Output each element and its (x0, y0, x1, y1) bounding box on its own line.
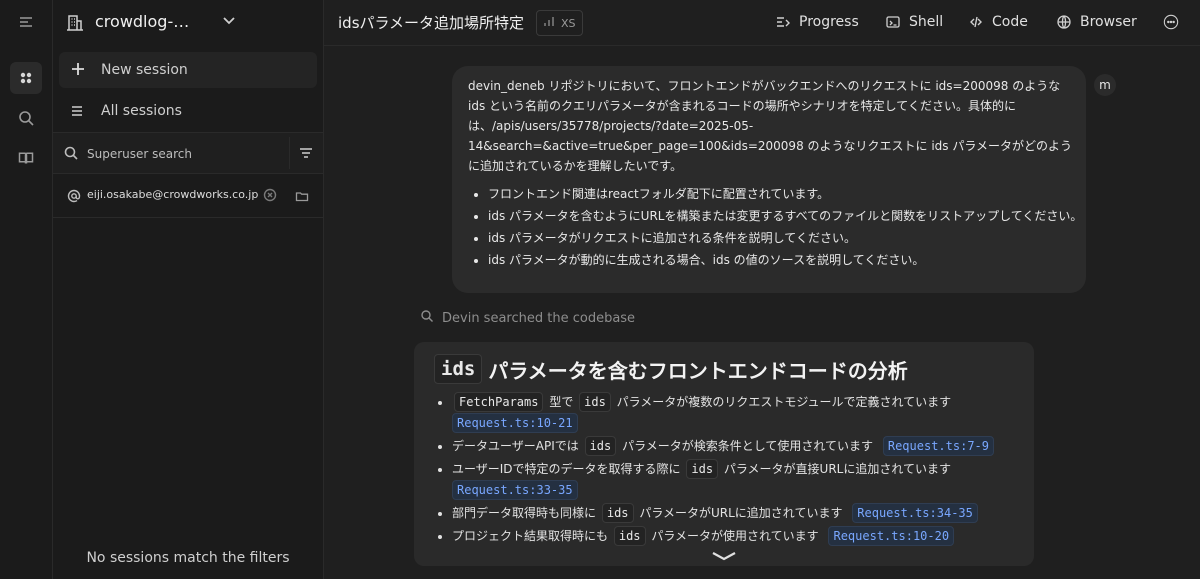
more-options-icon (1163, 14, 1179, 30)
conversation-area: devin_deneb リポジトリにおいて、フロントエンドがバックエンドへのリク… (324, 46, 1200, 579)
list-item: ids パラメータが動的に生成される場合、ids の値のソースを説明してください… (488, 250, 1092, 270)
terminal-icon (885, 14, 901, 30)
code-token: FetchParams (454, 392, 544, 412)
at-icon (67, 188, 81, 203)
search-status-label: Devin searched the codebase (442, 310, 636, 326)
browser-button[interactable]: Browser (1056, 12, 1137, 32)
list-item: プロジェクト結果取得時にも ids パラメータが使用されています Request… (452, 526, 1032, 547)
code-label: Code (992, 14, 1028, 30)
list-item: ids パラメータがリクエストに追加される条件を説明してください。 (488, 228, 1092, 248)
item-text: プロジェクト結果取得時にも (452, 529, 609, 543)
sessions-panel: crowdlog-… New session All sessions Supe… (53, 0, 324, 579)
list-icon (69, 103, 85, 119)
org-switcher[interactable]: crowdlog-… (53, 0, 323, 45)
more-options-button[interactable] (1163, 12, 1179, 32)
item-text: パラメータが複数のリクエストモジュールで定義されています (616, 395, 952, 409)
user-message-text: devin_deneb リポジトリにおいて、フロントエンドがバックエンドへのリク… (468, 79, 1072, 173)
globe-icon (1056, 14, 1072, 30)
list-item: フロントエンド関連はreactフォルダ配下に配置されています。 (488, 184, 1092, 204)
list-item: FetchParams 型で ids パラメータが複数のリクエストモジュールで定… (452, 392, 1032, 434)
code-icon (968, 14, 984, 30)
all-sessions-link[interactable]: All sessions (59, 94, 317, 128)
item-text: 部門データ取得時も同様に (452, 506, 597, 520)
active-filter-row: eiji.osakabe@crowdworks.co.jp (53, 173, 323, 218)
org-name: crowdlog-… (95, 12, 190, 31)
session-title: idsパラメータ追加場所特定 (338, 14, 525, 32)
empty-state: No sessions match the filters (86, 550, 290, 566)
all-sessions-label: All sessions (101, 103, 182, 119)
bar-chart-icon (543, 16, 555, 31)
answer-heading: ids パラメータを含むフロントエンドコードの分析 (432, 354, 908, 384)
new-session-button[interactable]: New session (59, 52, 317, 88)
list-item: ユーザーIDで特定のデータを取得する際に ids パラメータが直接URLに追加さ… (452, 459, 1032, 501)
folder-icon[interactable] (295, 188, 309, 202)
heading-text: パラメータを含むフロントエンドコードの分析 (488, 358, 908, 383)
progress-icon (775, 14, 791, 30)
filter-email: eiji.osakabe@crowdworks.co.jp (87, 188, 259, 201)
search-status[interactable]: Devin searched the codebase (420, 308, 635, 328)
avatar: m (1094, 74, 1116, 96)
expand-chevron-icon[interactable] (709, 548, 739, 562)
item-text: 型で (549, 395, 574, 409)
superuser-search (53, 132, 323, 174)
sessions-icon[interactable] (10, 62, 42, 94)
docs-book-icon[interactable] (10, 142, 42, 174)
superuser-search-input[interactable] (85, 141, 289, 167)
code-token: ids (601, 503, 634, 523)
code-button[interactable]: Code (968, 12, 1028, 32)
list-item: ids パラメータを含むようにURLを構築または変更するすべてのファイルと関数を… (488, 206, 1092, 226)
top-bar: idsパラメータ追加場所特定 XS Progress Shell Code Br… (324, 0, 1200, 46)
search-icon[interactable] (10, 102, 42, 134)
code-token: ids (613, 526, 646, 546)
browser-label: Browser (1080, 14, 1137, 30)
item-text: パラメータが検索条件として使用されています (622, 439, 874, 453)
list-item: データユーザーAPIでは ids パラメータが検索条件として使用されています R… (452, 436, 1032, 457)
code-reference-link[interactable]: Request.ts:34-35 (852, 503, 978, 523)
item-text: パラメータがURLに追加されています (639, 506, 843, 520)
new-session-label: New session (101, 62, 188, 78)
item-text: パラメータが使用されています (651, 529, 819, 543)
user-message-bullets: フロントエンド関連はreactフォルダ配下に配置されています。 ids パラメー… (468, 184, 1092, 272)
filter-icon[interactable] (289, 137, 322, 169)
item-text: ユーザーIDで特定のデータを取得する際に (452, 462, 681, 476)
answer-list: FetchParams 型で ids パラメータが複数のリクエストモジュールで定… (434, 392, 1032, 549)
left-rail (0, 0, 53, 579)
code-reference-link[interactable]: Request.ts:7-9 (882, 436, 995, 456)
code-token: ids (579, 392, 611, 412)
code-token: ids (584, 436, 617, 456)
shell-button[interactable]: Shell (885, 12, 943, 32)
size-badge: XS (536, 10, 583, 36)
collapse-sidebar-icon[interactable] (10, 6, 42, 38)
size-badge-label: XS (561, 16, 576, 30)
list-item: 部門データ取得時も同様に ids パラメータがURLに追加されています Requ… (452, 503, 1032, 524)
code-reference-link[interactable]: Request.ts:33-35 (452, 480, 578, 500)
item-text: パラメータが直接URLに追加されています (723, 462, 951, 476)
code-token: ids (686, 459, 719, 479)
building-icon (65, 12, 85, 32)
item-text: データユーザーAPIでは (452, 439, 579, 453)
search-icon (420, 309, 434, 327)
code-reference-link[interactable]: Request.ts:10-21 (452, 413, 578, 433)
plus-icon (69, 60, 87, 78)
remove-filter-icon[interactable] (263, 187, 277, 202)
progress-label: Progress (799, 14, 859, 30)
user-message: devin_deneb リポジトリにおいて、フロントエンドがバックエンドへのリク… (452, 66, 1086, 293)
shell-label: Shell (909, 14, 944, 30)
heading-code: ids (434, 354, 483, 384)
progress-button[interactable]: Progress (775, 12, 859, 32)
answer-card: ids パラメータを含むフロントエンドコードの分析 FetchParams 型で… (414, 342, 1034, 566)
chevron-down-icon[interactable] (221, 12, 237, 28)
code-reference-link[interactable]: Request.ts:10-20 (828, 526, 955, 546)
search-icon (63, 145, 79, 161)
